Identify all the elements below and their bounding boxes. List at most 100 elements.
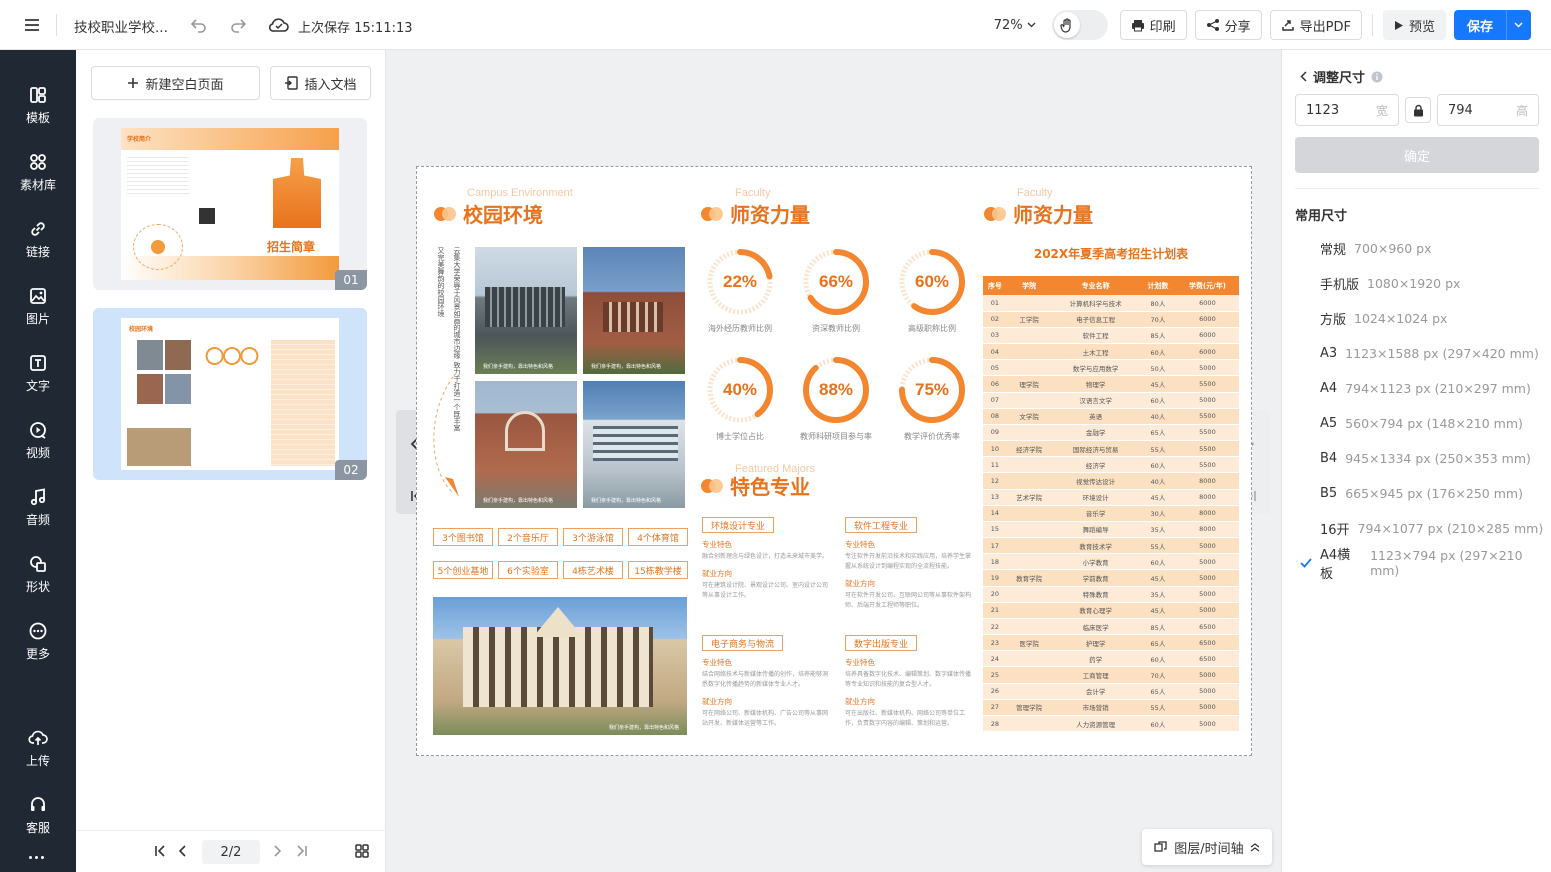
insert-document-button[interactable]: 插入文档 bbox=[270, 66, 371, 100]
size-option[interactable]: B5 665×945 px (176×250 mm) bbox=[1320, 483, 1523, 503]
zoom-select[interactable]: 72% bbox=[994, 18, 1036, 33]
campus-main-building-photo[interactable]: 我们亲手建构，靠出特色和风格 bbox=[433, 597, 687, 735]
height-unit: 高 bbox=[1515, 103, 1528, 118]
ring-label: 资深教师比例 bbox=[812, 324, 860, 333]
info-icon[interactable] bbox=[1371, 71, 1383, 83]
campus-photo-3[interactable]: 我们亲手建构，靠出特色和风格 bbox=[475, 381, 577, 508]
table-cell: 小学教育 bbox=[1051, 553, 1141, 571]
table-cell bbox=[1006, 553, 1052, 571]
new-blank-page-button[interactable]: 新建空白页面 bbox=[91, 66, 260, 100]
major-feature-text: 专注软件开发前沿技术和实践应用，培养学生掌握从系统设计到编程实现的全流程技能。 bbox=[845, 553, 972, 570]
nav-item-video[interactable]: 视频 bbox=[0, 410, 76, 470]
redo-icon[interactable] bbox=[229, 16, 247, 34]
nav-item-link[interactable]: 链接 bbox=[0, 209, 76, 269]
size-option[interactable]: A4横板 1123×794 px (297×210 mm) bbox=[1300, 548, 1551, 582]
nav-label: 形状 bbox=[25, 579, 50, 594]
insert-doc-icon bbox=[284, 76, 299, 90]
photo-caption: 我们亲手建构，靠出特色和风格 bbox=[483, 498, 554, 504]
table-header-cell: 序号 bbox=[983, 276, 1007, 295]
page-indicator[interactable]: 2/2 bbox=[202, 840, 260, 864]
table-cell: 工商管理 bbox=[1051, 666, 1141, 684]
size-option[interactable]: A4 794×1123 px (210×297 mm) bbox=[1320, 378, 1531, 398]
resize-header[interactable]: 调整尺寸 bbox=[1300, 67, 1383, 86]
page-thumbnail-02[interactable]: 校园环境 02 bbox=[93, 308, 367, 480]
table-cell: 60人 bbox=[1140, 456, 1176, 474]
table-cell: 27 bbox=[983, 699, 1007, 716]
table-row: 11 经济学 60人 5500 bbox=[983, 456, 1239, 474]
table-header-cell: 学费(元/年) bbox=[1175, 276, 1239, 295]
ring-value: 66% bbox=[818, 272, 854, 291]
nav-overflow-dots[interactable] bbox=[29, 856, 44, 859]
table-row: 04 土木工程 60人 6000 bbox=[983, 343, 1239, 361]
table-cell: 60人 bbox=[1140, 343, 1176, 361]
nav-item-upload[interactable]: 上传 bbox=[0, 718, 76, 778]
table-cell: 24 bbox=[983, 650, 1007, 668]
lock-ratio-button[interactable] bbox=[1405, 97, 1431, 123]
size-option[interactable]: 手机版 1080×1920 px bbox=[1320, 273, 1460, 293]
thumb-heading: 学校简介 bbox=[127, 136, 152, 143]
table-cell bbox=[1006, 343, 1052, 361]
document-title[interactable]: 技校职业学校... bbox=[74, 16, 168, 36]
nav-item-material[interactable]: 素材库 bbox=[0, 142, 76, 202]
size-option[interactable]: B4 945×1334 px (250×353 mm) bbox=[1320, 448, 1531, 468]
table-cell: 5500 bbox=[1175, 424, 1239, 442]
height-field[interactable]: 794 高 bbox=[1437, 94, 1539, 126]
undo-icon[interactable] bbox=[190, 16, 208, 34]
share-button[interactable]: 分享 bbox=[1194, 10, 1262, 40]
page-thumbnail-01[interactable]: 学校简介 招生简章 01 bbox=[93, 118, 367, 290]
size-option[interactable]: A3 1123×1588 px (297×420 mm) bbox=[1320, 343, 1539, 363]
table-cell: 视觉传达设计 bbox=[1051, 472, 1141, 490]
nav-item-more[interactable]: 更多 bbox=[0, 611, 76, 671]
major-name: 数字出版专业 bbox=[845, 635, 918, 651]
prev-page-icon[interactable] bbox=[178, 845, 188, 857]
confirm-button[interactable]: 确定 bbox=[1295, 137, 1539, 173]
grid-view-icon[interactable] bbox=[355, 844, 369, 858]
size-name: 手机版 bbox=[1320, 277, 1360, 293]
nav-item-shape[interactable]: 形状 bbox=[0, 544, 76, 604]
common-sizes-title: 常用尺寸 bbox=[1295, 209, 1348, 224]
table-cell: 会计学 bbox=[1051, 683, 1141, 700]
print-button[interactable]: 印刷 bbox=[1119, 10, 1187, 40]
size-option[interactable]: 方版 1024×1024 px bbox=[1320, 308, 1447, 328]
save-options-button[interactable] bbox=[1506, 10, 1531, 40]
table-cell bbox=[1006, 424, 1052, 442]
table-cell: 25 bbox=[983, 666, 1007, 684]
table-cell: 55人 bbox=[1140, 699, 1176, 716]
nav-item-image[interactable]: 图片 bbox=[0, 276, 76, 336]
size-option[interactable]: A5 560×794 px (148×210 mm) bbox=[1320, 413, 1523, 433]
first-page-icon[interactable] bbox=[154, 845, 166, 857]
size-option[interactable]: 16开 794×1077 px (210×285 mm) bbox=[1320, 518, 1543, 538]
table-cell: 70人 bbox=[1140, 666, 1176, 684]
cloud-save-icon bbox=[268, 15, 290, 35]
hamburger-menu-icon[interactable] bbox=[24, 17, 40, 33]
table-cell bbox=[1006, 295, 1052, 312]
preview-button[interactable]: 预览 bbox=[1382, 10, 1446, 40]
nav-item-text[interactable]: 文字 bbox=[0, 343, 76, 403]
table-cell: 环境设计 bbox=[1051, 489, 1141, 506]
next-page-icon[interactable] bbox=[272, 845, 282, 857]
hand-tool-toggle[interactable] bbox=[1051, 10, 1108, 40]
campus-photo-2[interactable]: 我们亲手建构，靠出特色和风格 bbox=[583, 247, 685, 374]
export-pdf-button[interactable]: 导出PDF bbox=[1269, 10, 1362, 40]
campus-photo-1[interactable]: 我们亲手建构，靠出特色和风格 bbox=[475, 247, 577, 374]
width-field[interactable]: 1123 宽 bbox=[1295, 94, 1399, 126]
table-cell: 5000 bbox=[1175, 392, 1239, 409]
table-row: 08 文学院 英语 40人 5500 bbox=[983, 408, 1239, 425]
table-cell: 5000 bbox=[1175, 715, 1239, 733]
last-page-icon[interactable] bbox=[296, 845, 308, 857]
photo-caption: 我们亲手建构，靠出特色和风格 bbox=[483, 364, 554, 370]
nav-item-service[interactable]: 客服 bbox=[0, 785, 76, 845]
nav-label: 上传 bbox=[25, 753, 50, 768]
facility-tag: 6个实验室 bbox=[498, 561, 558, 579]
save-button[interactable]: 保存 bbox=[1453, 10, 1506, 40]
nav-item-audio[interactable]: 音频 bbox=[0, 477, 76, 537]
section-heading-majors: 特色专业 bbox=[700, 471, 810, 500]
size-option[interactable]: 常规 700×960 px bbox=[1320, 238, 1432, 258]
nav-item-template[interactable]: 模板 bbox=[0, 75, 76, 135]
layer-timeline-button[interactable]: 图层/时间轴 bbox=[1142, 829, 1272, 865]
table-cell: 45人 bbox=[1140, 489, 1176, 506]
campus-photo-4[interactable]: 我们亲手建构，靠出特色和风格 bbox=[583, 381, 685, 508]
document-page[interactable]: Campus Environment 校园环境 云集大学荣辱于风景如画的城市边缘… bbox=[416, 166, 1252, 756]
size-name: A4 bbox=[1320, 380, 1338, 396]
nav-label: 模板 bbox=[25, 110, 50, 125]
